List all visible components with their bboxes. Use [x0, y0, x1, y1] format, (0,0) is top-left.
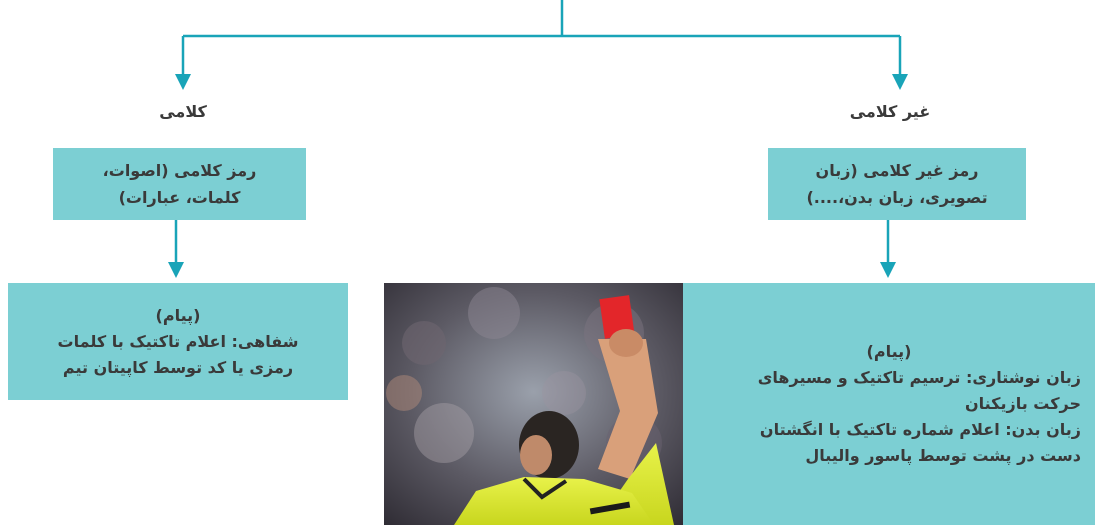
nonverbal-message-line-1: زبان نوشتاری: ترسیم تاکتیک و مسیرهای [757, 368, 1081, 387]
arrow-down-icon [168, 262, 184, 278]
heading-verbal: کلامی [159, 102, 207, 121]
arrow-down-icon [880, 262, 896, 278]
nonverbal-message-line-4: دست در پشت توسط پاسور والیبال [805, 446, 1081, 465]
arrow-down-icon [175, 74, 191, 90]
verbal-message-line-2: رمزی یا کد توسط کاپیتان تیم [62, 357, 294, 377]
verbal-code-box: رمز کلامی (اصوات، کلمات، عبارات) [53, 148, 306, 220]
verbal-message-line-1: شفاهی: اعلام تاکتیک با کلمات [57, 331, 299, 351]
verbal-code-line-1: رمز کلامی (اصوات، [102, 161, 257, 180]
verbal-code-line-2: کلمات، عبارات) [118, 188, 241, 207]
nonverbal-code-line-2: تصویری، زبان بدن،....) [806, 188, 988, 207]
verbal-message-box: (پیام) شفاهی: اعلام تاکتیک با کلمات رمزی… [8, 283, 348, 400]
nonverbal-message-title: (پیام) [866, 342, 912, 361]
nonverbal-message-line-2: حرکت بازیکنان [964, 394, 1081, 413]
arrow-down-icon [892, 74, 908, 90]
nonverbal-message-box: (پیام) زبان نوشتاری: ترسیم تاکتیک و مسیر… [683, 283, 1095, 525]
heading-nonverbal: غیر کلامی [849, 102, 931, 121]
nonverbal-code-line-1: رمز غیر کلامی (زبان [815, 161, 979, 180]
referee-red-card-photo [384, 283, 683, 525]
nonverbal-code-box: رمز غیر کلامی (زبان تصویری، زبان بدن،...… [768, 148, 1026, 220]
verbal-message-title: (پیام) [155, 305, 201, 325]
nonverbal-message-line-3: زبان بدن: اعلام شماره تاکتیک با انگشتان [759, 420, 1081, 439]
